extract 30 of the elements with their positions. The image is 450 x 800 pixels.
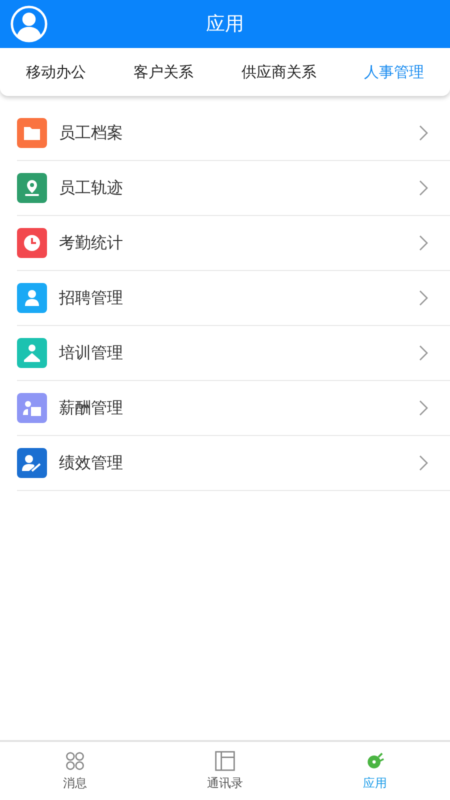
chevron-icon (418, 235, 428, 251)
item-label: 薪酬管理 (59, 398, 124, 418)
chevron-icon (418, 345, 428, 361)
item-label: 培训管理 (59, 342, 124, 364)
item-label: 招聘管理 (59, 288, 124, 308)
chevron-icon (418, 180, 428, 196)
category-tab[interactable]: 客户关系 (128, 58, 200, 86)
layout-icon (214, 750, 236, 772)
nav-tab[interactable]: 通讯录 (150, 742, 300, 800)
category-tab[interactable]: 移动办公 (20, 58, 92, 86)
item-label: 考勤统计 (59, 232, 124, 254)
list-item[interactable]: 考勤统计 (17, 216, 450, 271)
chevron-icon (418, 455, 428, 471)
header-title: 应用 (206, 12, 244, 37)
item-label: 员工档案 (59, 122, 124, 144)
list-item[interactable]: 员工档案 (17, 106, 450, 161)
chevron-icon (418, 290, 428, 306)
list-item[interactable]: 员工轨迹 (17, 161, 450, 216)
category-tab[interactable]: 供应商关系 (235, 58, 322, 86)
item-label: 绩效管理 (59, 452, 124, 474)
list-item[interactable]: 培训管理 (17, 326, 450, 381)
avatar-icon[interactable] (10, 5, 48, 43)
chevron-icon (418, 400, 428, 416)
item-label: 员工轨迹 (59, 178, 124, 198)
list-item[interactable]: 招聘管理 (17, 271, 450, 326)
nav-tab[interactable]: 消息 (0, 742, 150, 800)
list-item[interactable]: 绩效管理 (17, 436, 450, 491)
circles-icon (64, 750, 86, 772)
chevron-icon (418, 125, 428, 141)
list-item[interactable]: 薪酬管理 (17, 381, 450, 436)
